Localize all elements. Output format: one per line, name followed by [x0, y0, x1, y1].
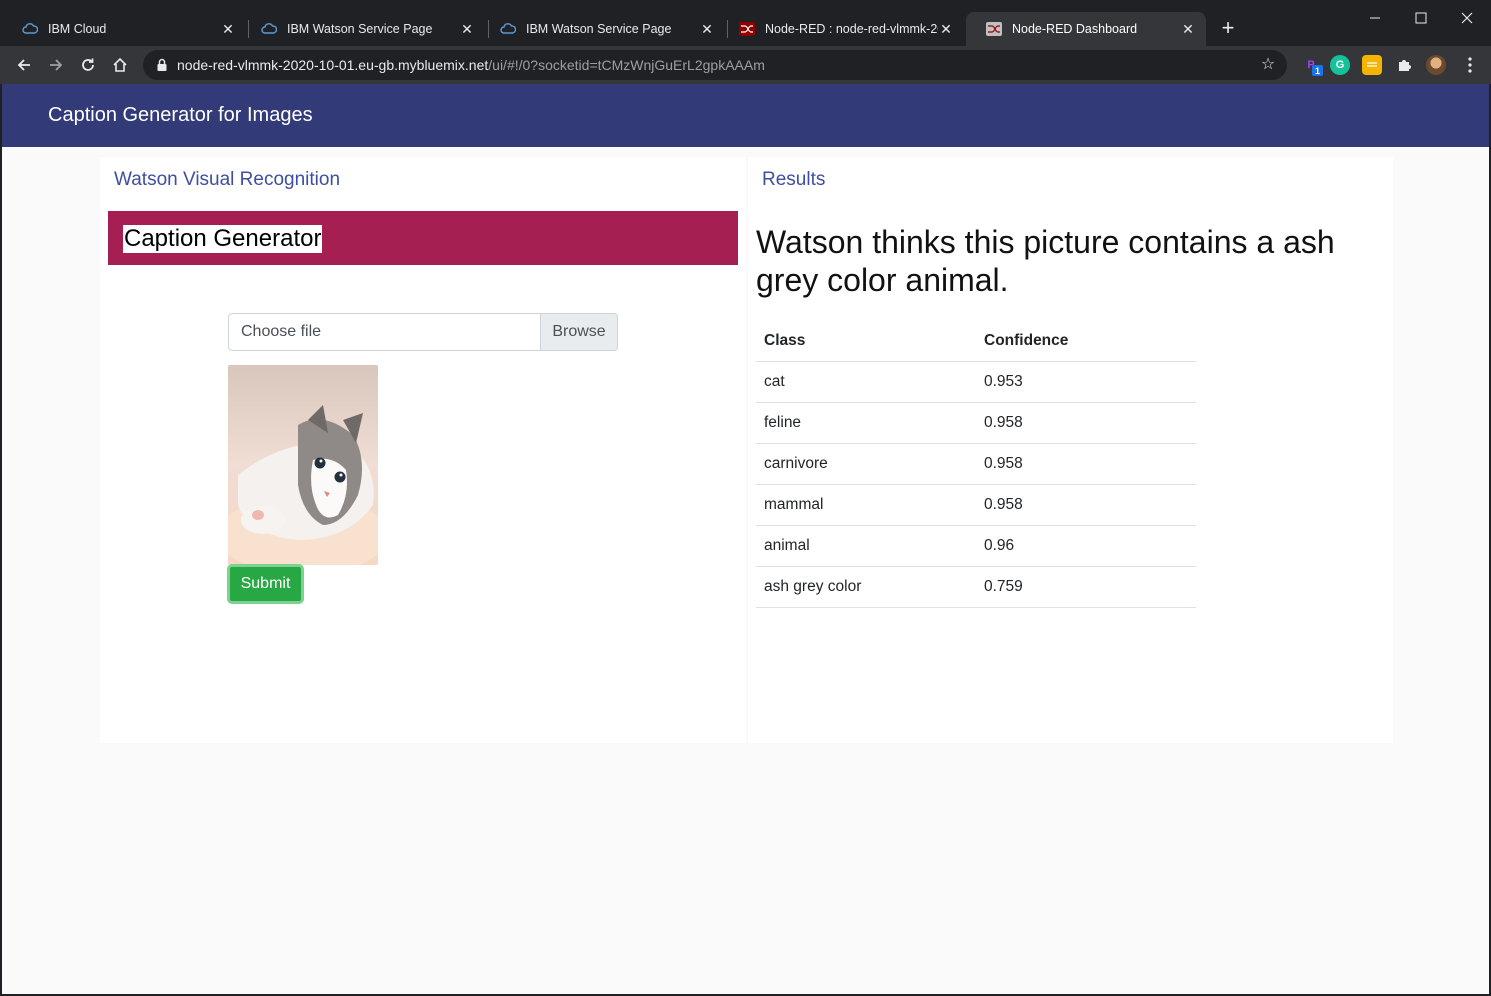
- url-path: /ui/#!/0?socketid=tCMzWnjGuErL2gpkAAAm: [488, 57, 765, 73]
- confidence-cell: 0.953: [976, 361, 1196, 403]
- reload-icon[interactable]: [76, 53, 100, 77]
- address-bar[interactable]: node-red-vlmmk-2020-10-01.eu-gb.mybluemi…: [143, 50, 1287, 80]
- tab-title: Node-RED : node-red-vlmmk-20…: [765, 22, 938, 36]
- url-host: node-red-vlmmk-2020-10-01.eu-gb.mybluemi…: [177, 57, 489, 73]
- table-row: mammal 0.958: [756, 484, 1196, 526]
- kitten-photo: [228, 365, 378, 565]
- confidence-cell: 0.759: [976, 566, 1196, 608]
- profile-avatar[interactable]: [1426, 55, 1446, 75]
- forward-arrow-icon[interactable]: [44, 53, 68, 77]
- extension-badge: 1: [1312, 65, 1323, 76]
- file-placeholder: Choose file: [241, 323, 322, 340]
- confidence-cell: 0.958: [976, 402, 1196, 444]
- tab-watson-service-1[interactable]: IBM Watson Service Page ✕: [241, 12, 485, 46]
- browser-chrome: IBM Cloud ✕ IBM Watson Service Page ✕ IB…: [0, 0, 1491, 84]
- browser-menu-icon[interactable]: [1458, 53, 1482, 77]
- dashboard-header: Caption Generator for Images: [2, 84, 1489, 147]
- close-tab-icon[interactable]: ✕: [220, 21, 236, 37]
- tab-title: IBM Cloud: [48, 22, 107, 36]
- tab-ibm-cloud[interactable]: IBM Cloud ✕: [2, 12, 246, 46]
- confidence-cell: 0.96: [976, 525, 1196, 567]
- home-icon[interactable]: [108, 53, 132, 77]
- classification-table: Class Confidence cat 0.953 feline 0.958 …: [756, 321, 1196, 608]
- caption-generator-banner: Caption Generator: [108, 211, 738, 265]
- tab-title: IBM Watson Service Page: [287, 22, 433, 36]
- tab-title: IBM Watson Service Page: [526, 22, 672, 36]
- window-close-icon[interactable]: [1455, 6, 1479, 30]
- column-header-confidence: Confidence: [976, 321, 1196, 362]
- close-tab-icon[interactable]: ✕: [459, 21, 475, 37]
- table-row: ash grey color 0.759: [756, 566, 1196, 608]
- ibm-cloud-icon: [261, 21, 277, 37]
- class-cell: feline: [756, 402, 976, 444]
- dashboard-title: Caption Generator for Images: [48, 104, 313, 126]
- results-card: Results Watson thinks this picture conta…: [748, 157, 1393, 743]
- ibm-cloud-icon: [500, 21, 516, 37]
- browser-toolbar: node-red-vlmmk-2020-10-01.eu-gb.mybluemi…: [0, 46, 1491, 84]
- node-red-icon: [986, 21, 1002, 37]
- tab-strip: IBM Cloud ✕ IBM Watson Service Page ✕ IB…: [0, 0, 1491, 46]
- table-row: animal 0.96: [756, 525, 1196, 567]
- tab-title: Node-RED Dashboard: [1012, 22, 1138, 36]
- browse-button[interactable]: Browse: [540, 314, 617, 350]
- back-arrow-icon[interactable]: [12, 53, 36, 77]
- column-header-class: Class: [756, 321, 976, 362]
- tab-watson-service-2[interactable]: IBM Watson Service Page ✕: [480, 12, 725, 46]
- uploaded-image-preview: [228, 365, 378, 565]
- minimize-icon[interactable]: [1363, 6, 1387, 30]
- confidence-cell: 0.958: [976, 443, 1196, 485]
- class-cell: ash grey color: [756, 566, 976, 608]
- file-upload-field[interactable]: Choose file Browse: [228, 313, 618, 351]
- close-tab-icon[interactable]: ✕: [1180, 21, 1196, 37]
- table-row: feline 0.958: [756, 402, 1196, 444]
- new-tab-icon[interactable]: +: [1216, 17, 1240, 41]
- tab-node-red-editor[interactable]: Node-RED : node-red-vlmmk-20… ✕: [719, 12, 964, 46]
- confidence-cell: 0.958: [976, 484, 1196, 526]
- extension-letter: G: [1335, 59, 1345, 71]
- extension-notes-icon[interactable]: [1362, 55, 1382, 75]
- bookmark-star-icon[interactable]: ☆: [1259, 56, 1277, 74]
- class-cell: cat: [756, 361, 976, 403]
- grammarly-icon[interactable]: G: [1330, 55, 1350, 75]
- table-row: cat 0.953: [756, 361, 1196, 403]
- class-cell: carnivore: [756, 443, 976, 485]
- close-tab-icon[interactable]: ✕: [938, 21, 954, 37]
- banner-heading: Caption Generator: [123, 225, 323, 253]
- submit-button[interactable]: Submit: [227, 564, 304, 604]
- ibm-cloud-icon: [22, 21, 38, 37]
- page-viewport: Caption Generator for Images Watson Visu…: [2, 84, 1489, 994]
- node-red-icon: [739, 21, 755, 37]
- class-cell: mammal: [756, 484, 976, 526]
- close-tab-icon[interactable]: ✕: [699, 21, 715, 37]
- lock-icon: [155, 58, 169, 72]
- extension-p-icon[interactable]: P 1: [1301, 55, 1323, 76]
- card-title: Watson Visual Recognition: [114, 169, 341, 190]
- caption-result-text: Watson thinks this picture contains a as…: [756, 224, 1335, 298]
- table-row: carnivore 0.958: [756, 443, 1196, 485]
- maximize-icon[interactable]: [1409, 6, 1433, 30]
- extensions-puzzle-icon[interactable]: [1394, 55, 1414, 75]
- table-header-row: Class Confidence: [756, 321, 1196, 362]
- watson-recognition-card: Watson Visual Recognition Caption Genera…: [100, 157, 746, 743]
- tab-node-red-dashboard[interactable]: Node-RED Dashboard ✕: [966, 12, 1206, 46]
- class-cell: animal: [756, 525, 976, 567]
- card-title: Results: [762, 169, 826, 190]
